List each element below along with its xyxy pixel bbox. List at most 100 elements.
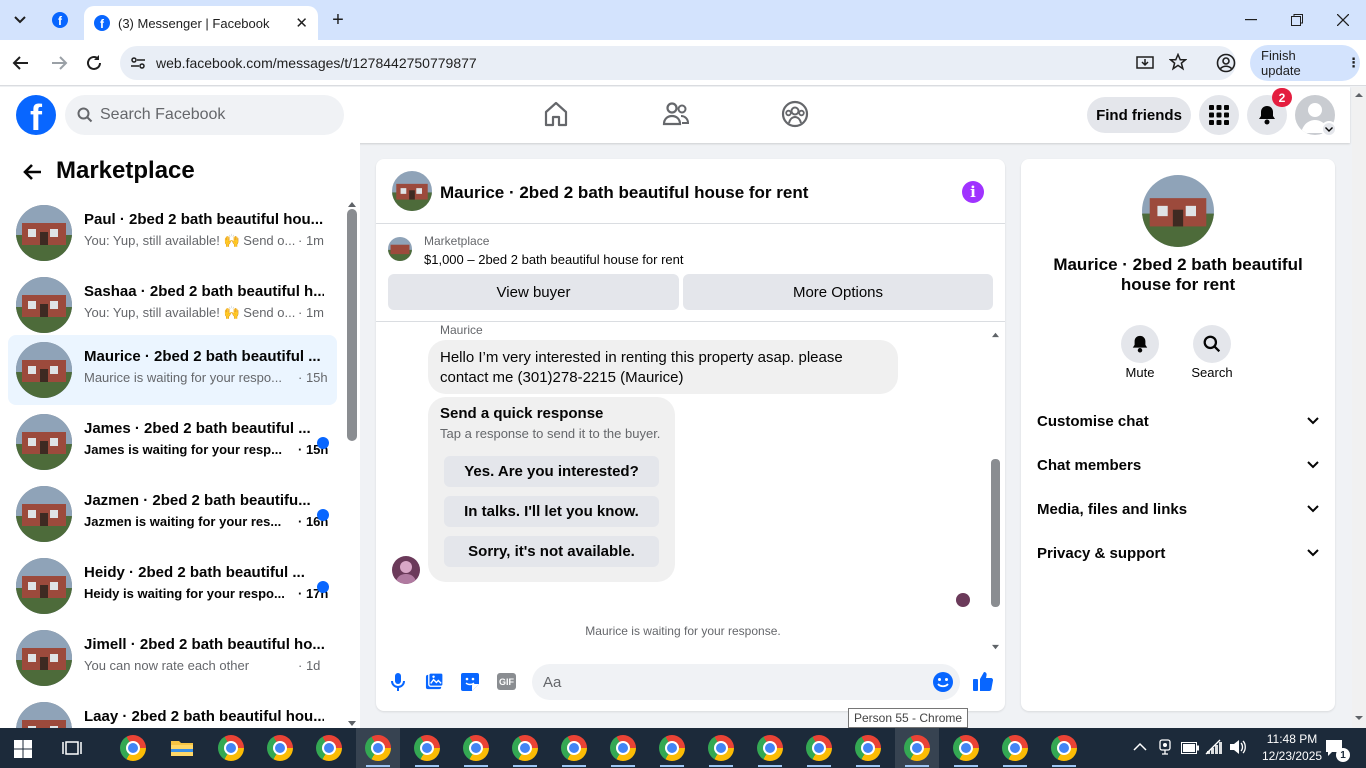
search-in-chat-button[interactable] (1193, 325, 1231, 363)
forward-icon[interactable] (50, 54, 68, 77)
windows-start-icon[interactable] (14, 740, 32, 763)
scroll-down-icon[interactable] (347, 715, 357, 726)
chrome-icon[interactable] (307, 728, 351, 768)
listing-photo[interactable] (1142, 175, 1214, 247)
restore-icon[interactable] (1274, 0, 1320, 40)
privacy-support-row[interactable]: Privacy & support (1037, 533, 1319, 573)
menu-grid-button[interactable] (1199, 95, 1239, 135)
photo-icon[interactable] (425, 672, 444, 696)
install-app-icon[interactable] (1136, 54, 1154, 75)
more-options-button[interactable]: More Options (683, 274, 993, 310)
quick-response-talks-button[interactable]: In talks. I'll let you know. (444, 496, 659, 527)
conversation-item[interactable]: Jimell · 2bed 2 bath beautiful ho... You … (8, 623, 337, 693)
customise-chat-row[interactable]: Customise chat (1037, 401, 1319, 441)
conversation-info-icon[interactable]: i (962, 181, 984, 203)
close-tab-icon[interactable]: ✕ (295, 14, 308, 32)
chrome-icon[interactable] (797, 728, 841, 768)
finish-update-button[interactable]: Finish update ⋮ (1250, 45, 1360, 81)
inactive-tab-facebook-icon[interactable]: f (46, 6, 74, 34)
chrome-icon[interactable] (503, 728, 547, 768)
chat-scrollbar[interactable] (991, 459, 1000, 607)
microphone-icon[interactable] (390, 672, 406, 697)
listing-price[interactable]: $1,000 – 2bed 2 bath beautiful house for… (424, 252, 683, 267)
active-tab[interactable]: f (3) Messenger | Facebook ✕ (84, 6, 318, 40)
conversation-name: Paul · 2bed 2 bath beautiful hou... (84, 211, 324, 228)
chrome-icon[interactable] (454, 728, 498, 768)
task-view-icon[interactable] (62, 739, 82, 762)
chrome-icon[interactable] (405, 728, 449, 768)
mute-label: Mute (1125, 365, 1155, 380)
close-window-icon[interactable] (1320, 0, 1366, 40)
chrome-icon[interactable] (944, 728, 988, 768)
minimize-icon[interactable] (1228, 0, 1274, 40)
profile-icon[interactable] (1216, 53, 1236, 78)
network-icon[interactable] (1205, 739, 1223, 760)
volume-icon[interactable] (1229, 739, 1247, 760)
bookmark-star-icon[interactable] (1168, 52, 1188, 74)
media-files-links-row[interactable]: Media, files and links (1037, 489, 1319, 529)
url-field[interactable]: web.facebook.com/messages/t/127844275077… (120, 46, 1236, 80)
facebook-logo-icon[interactable]: f (16, 95, 56, 135)
message-bubble[interactable]: Hello I’m very interested in renting thi… (428, 340, 898, 394)
chat-listing-thumbnail[interactable] (392, 171, 432, 211)
chat-title[interactable]: Maurice · 2bed 2 bath beautiful house fo… (440, 183, 808, 203)
conversation-item[interactable]: Jazmen · 2bed 2 bath beautifu... Jazmen i… (8, 479, 337, 549)
chrome-icon[interactable] (601, 728, 645, 768)
friends-icon[interactable] (661, 99, 691, 129)
conversation-item[interactable]: Paul · 2bed 2 bath beautiful hou... You: … (8, 198, 337, 268)
taskbar-clock[interactable]: 11:48 PM 12/23/2025 (1262, 731, 1322, 765)
tab-search-icon[interactable] (6, 6, 34, 34)
scroll-down-icon[interactable] (1352, 713, 1366, 723)
gif-icon[interactable]: GIF (497, 673, 516, 690)
conversation-item[interactable]: Laay · 2bed 2 bath beautiful hou... (8, 695, 337, 728)
chrome-icon[interactable] (356, 728, 400, 768)
chrome-icon[interactable] (258, 728, 302, 768)
sender-avatar[interactable] (392, 556, 420, 584)
chrome-icon[interactable] (1042, 728, 1086, 768)
back-arrow-icon[interactable] (22, 163, 42, 186)
new-tab-icon[interactable]: + (324, 6, 352, 34)
chat-list-scrollbar[interactable] (347, 209, 357, 441)
scroll-up-icon[interactable] (991, 325, 1000, 343)
scroll-up-icon[interactable] (1352, 90, 1366, 100)
chrome-icon[interactable] (993, 728, 1037, 768)
camera-tray-icon[interactable] (1157, 739, 1173, 760)
tray-chevron-icon[interactable] (1133, 741, 1147, 755)
battery-icon[interactable] (1181, 741, 1199, 759)
conversation-item[interactable]: Sashaa · 2bed 2 bath beautiful h... You: … (8, 270, 337, 340)
conversation-item[interactable]: Maurice · 2bed 2 bath beautiful ... Mauri… (8, 335, 337, 405)
chrome-icon[interactable] (209, 728, 253, 768)
chrome-icon[interactable] (846, 728, 890, 768)
marketplace-chat-list: Marketplace Paul · 2bed 2 bath beautiful… (0, 143, 360, 728)
conversation-item[interactable]: James · 2bed 2 bath beautiful ... James i… (8, 407, 337, 477)
chrome-icon[interactable] (699, 728, 743, 768)
groups-icon[interactable] (780, 99, 810, 129)
chrome-icon[interactable] (748, 728, 792, 768)
quick-response-sorry-button[interactable]: Sorry, it's not available. (444, 536, 659, 567)
search-input[interactable]: Search Facebook (65, 95, 344, 135)
message-input[interactable]: Aa (532, 664, 960, 700)
chrome-icon[interactable] (650, 728, 694, 768)
scroll-up-icon[interactable] (347, 195, 357, 207)
view-buyer-button[interactable]: View buyer (388, 274, 679, 310)
thumbs-up-icon[interactable] (972, 670, 994, 697)
find-friends-button[interactable]: Find friends (1087, 97, 1191, 133)
file-explorer-icon[interactable] (160, 728, 204, 768)
account-chevron-icon[interactable] (1321, 121, 1337, 137)
home-icon[interactable] (541, 99, 571, 129)
conversation-thumbnail (16, 205, 72, 261)
emoji-icon[interactable] (932, 671, 954, 698)
scroll-down-icon[interactable] (991, 638, 1000, 656)
page-scrollbar[interactable] (1352, 87, 1366, 728)
mute-button[interactable] (1121, 325, 1159, 363)
reload-icon[interactable] (85, 54, 103, 77)
chrome-icon[interactable] (111, 728, 155, 768)
quick-response-yes-button[interactable]: Yes. Are you interested? (444, 456, 659, 487)
back-icon[interactable] (12, 54, 30, 77)
site-settings-icon[interactable] (130, 55, 146, 74)
chrome-icon[interactable] (895, 728, 939, 768)
chrome-icon[interactable] (552, 728, 596, 768)
conversation-item[interactable]: Heidy · 2bed 2 bath beautiful ... Heidy i… (8, 551, 337, 621)
sticker-icon[interactable] (460, 672, 480, 697)
chat-members-row[interactable]: Chat members (1037, 445, 1319, 485)
